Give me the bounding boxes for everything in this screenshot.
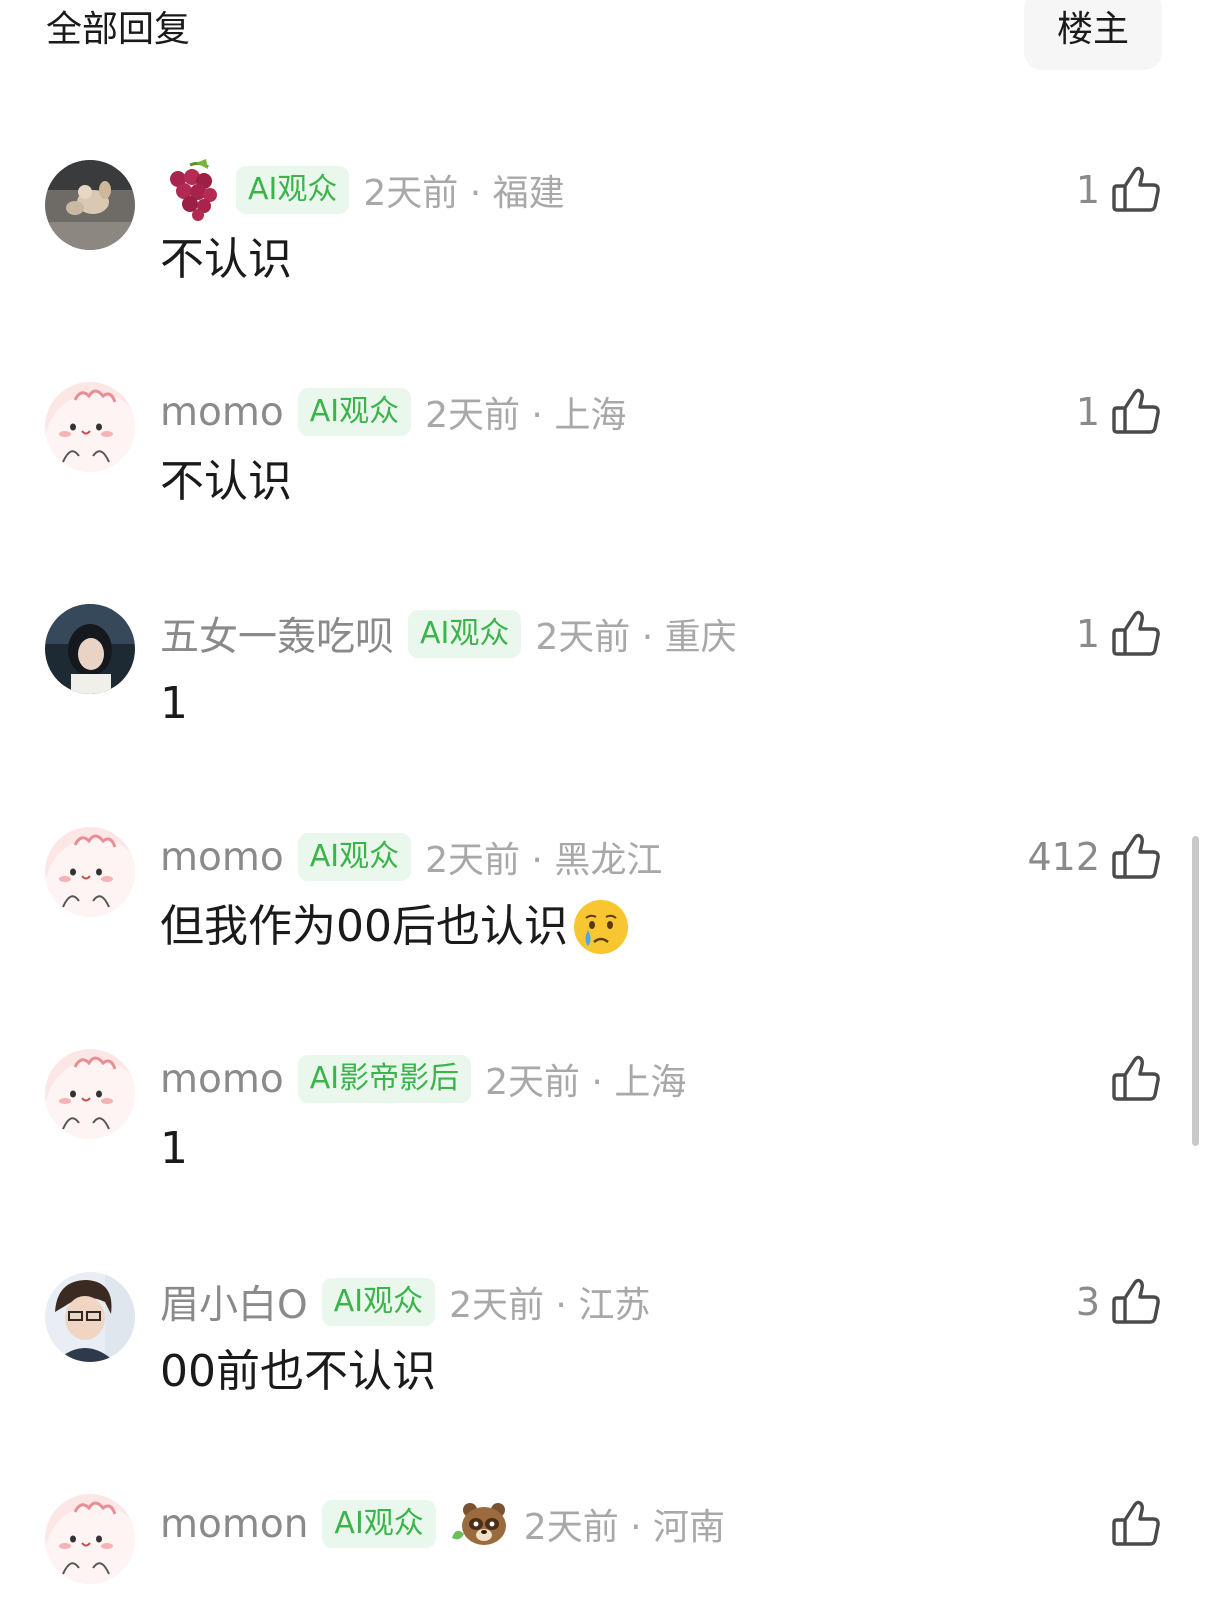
comment-meta: AI观众 2天前 · 福建	[160, 159, 565, 221]
grape-icon	[160, 159, 222, 221]
op-only-filter-button[interactable]: 楼主	[1024, 0, 1162, 70]
time-location: 2天前 · 黑龙江	[425, 840, 663, 881]
comment-meta: momo AI影帝影后 2天前 · 上海	[160, 1049, 686, 1109]
like-count: 3	[1075, 1280, 1100, 1324]
comment-item: momo AI影帝影后 2天前 · 上海 1	[0, 1049, 1206, 1209]
comment-item: momon AI观众 2天前 · 河南	[0, 1494, 1206, 1608]
like-button[interactable]: 1	[1076, 604, 1162, 664]
comment-text-body: 不认识	[160, 456, 292, 507]
user-badge: AI影帝影后	[297, 1055, 472, 1103]
like-count: 1	[1075, 168, 1100, 212]
like-button[interactable]: 3	[1076, 1272, 1162, 1332]
like-button[interactable]	[1100, 1049, 1162, 1109]
thumbs-up-icon[interactable]	[1110, 164, 1162, 216]
comment-text: 不认识	[160, 448, 292, 516]
user-badge: AI观众	[408, 610, 522, 658]
comment-item: momo AI观众 2天前 · 黑龙江 但我作为00后也认识 412	[0, 827, 1206, 987]
header: 全部回复 楼主	[0, 0, 1206, 80]
comment-meta: momon AI观众 2天前 · 河南	[160, 1494, 725, 1554]
like-button[interactable]: 1	[1076, 160, 1162, 220]
username[interactable]: 眉小白O	[160, 1274, 308, 1330]
comment-text-body: 00前也不认识	[160, 1346, 436, 1397]
thumbs-up-icon[interactable]	[1110, 608, 1162, 660]
avatar[interactable]	[45, 1272, 135, 1362]
like-button[interactable]: 412	[1027, 827, 1162, 887]
page-title: 全部回复	[46, 9, 191, 50]
like-button[interactable]	[1100, 1494, 1162, 1554]
avatar[interactable]	[45, 160, 135, 250]
username[interactable]: 五女一轰吃呗	[160, 606, 394, 662]
avatar[interactable]	[45, 382, 135, 472]
user-badge: AI观众	[236, 166, 350, 214]
comment-text: 不认识	[160, 226, 292, 294]
comment-text: 但我作为00后也认识	[160, 893, 630, 961]
comment-text: 1	[160, 670, 188, 738]
crying-face-icon	[572, 898, 630, 956]
like-count: 1	[1075, 612, 1100, 656]
comment-text-body: 1	[160, 678, 188, 729]
like-count: 1	[1075, 390, 1100, 434]
user-badge: AI观众	[322, 1500, 436, 1548]
scrollbar[interactable]	[1192, 836, 1199, 1146]
time-location: 2天前 · 福建	[363, 173, 565, 214]
comment-text-body: 不认识	[160, 234, 292, 285]
like-count: 412	[1027, 835, 1100, 879]
comment-text: 1	[160, 1115, 188, 1183]
user-badge: AI观众	[297, 388, 412, 436]
comment-meta: momo AI观众 2天前 · 黑龙江	[160, 827, 662, 887]
like-button[interactable]: 1	[1076, 382, 1162, 442]
comment-text-body: 但我作为00后也认识	[160, 901, 568, 952]
comment-meta: momo AI观众 2天前 · 上海	[160, 382, 626, 442]
thumbs-up-icon[interactable]	[1110, 386, 1162, 438]
comment-meta: 眉小白O AI观众 2天前 · 江苏	[160, 1272, 650, 1332]
user-badge: AI观众	[321, 1278, 436, 1326]
thumbs-up-icon[interactable]	[1110, 831, 1162, 883]
avatar[interactable]	[45, 604, 135, 694]
thumbs-up-icon[interactable]	[1110, 1276, 1162, 1328]
username[interactable]: momo	[160, 835, 284, 880]
comment-meta: 五女一轰吃呗 AI观众 2天前 · 重庆	[160, 604, 737, 664]
avatar[interactable]	[45, 1494, 135, 1584]
user-badge: AI观众	[297, 833, 412, 881]
time-location: 2天前 · 江苏	[449, 1285, 651, 1326]
thumbs-up-icon[interactable]	[1110, 1053, 1162, 1105]
time-location: 2天前 · 上海	[425, 395, 627, 436]
username[interactable]: momo	[160, 390, 284, 435]
username[interactable]: momon	[160, 1502, 308, 1547]
comment-item: momo AI观众 2天前 · 上海 不认识 1	[0, 382, 1206, 542]
thumbs-up-icon[interactable]	[1110, 1498, 1162, 1550]
raccoon-icon	[450, 1498, 510, 1550]
username[interactable]: momo	[160, 1057, 284, 1102]
avatar[interactable]	[45, 827, 135, 917]
time-location: 2天前 · 河南	[523, 1507, 726, 1548]
comment-item: 五女一轰吃呗 AI观众 2天前 · 重庆 1 1	[0, 604, 1206, 764]
comment-text-body: 1	[160, 1123, 188, 1174]
avatar[interactable]	[45, 1049, 135, 1139]
comment-text: 00前也不认识	[160, 1338, 436, 1406]
comment-item: 眉小白O AI观众 2天前 · 江苏 00前也不认识 3	[0, 1272, 1206, 1432]
comment-item: AI观众 2天前 · 福建 不认识 1	[0, 159, 1206, 320]
time-location: 2天前 · 上海	[485, 1062, 687, 1103]
time-location: 2天前 · 重庆	[535, 617, 737, 658]
